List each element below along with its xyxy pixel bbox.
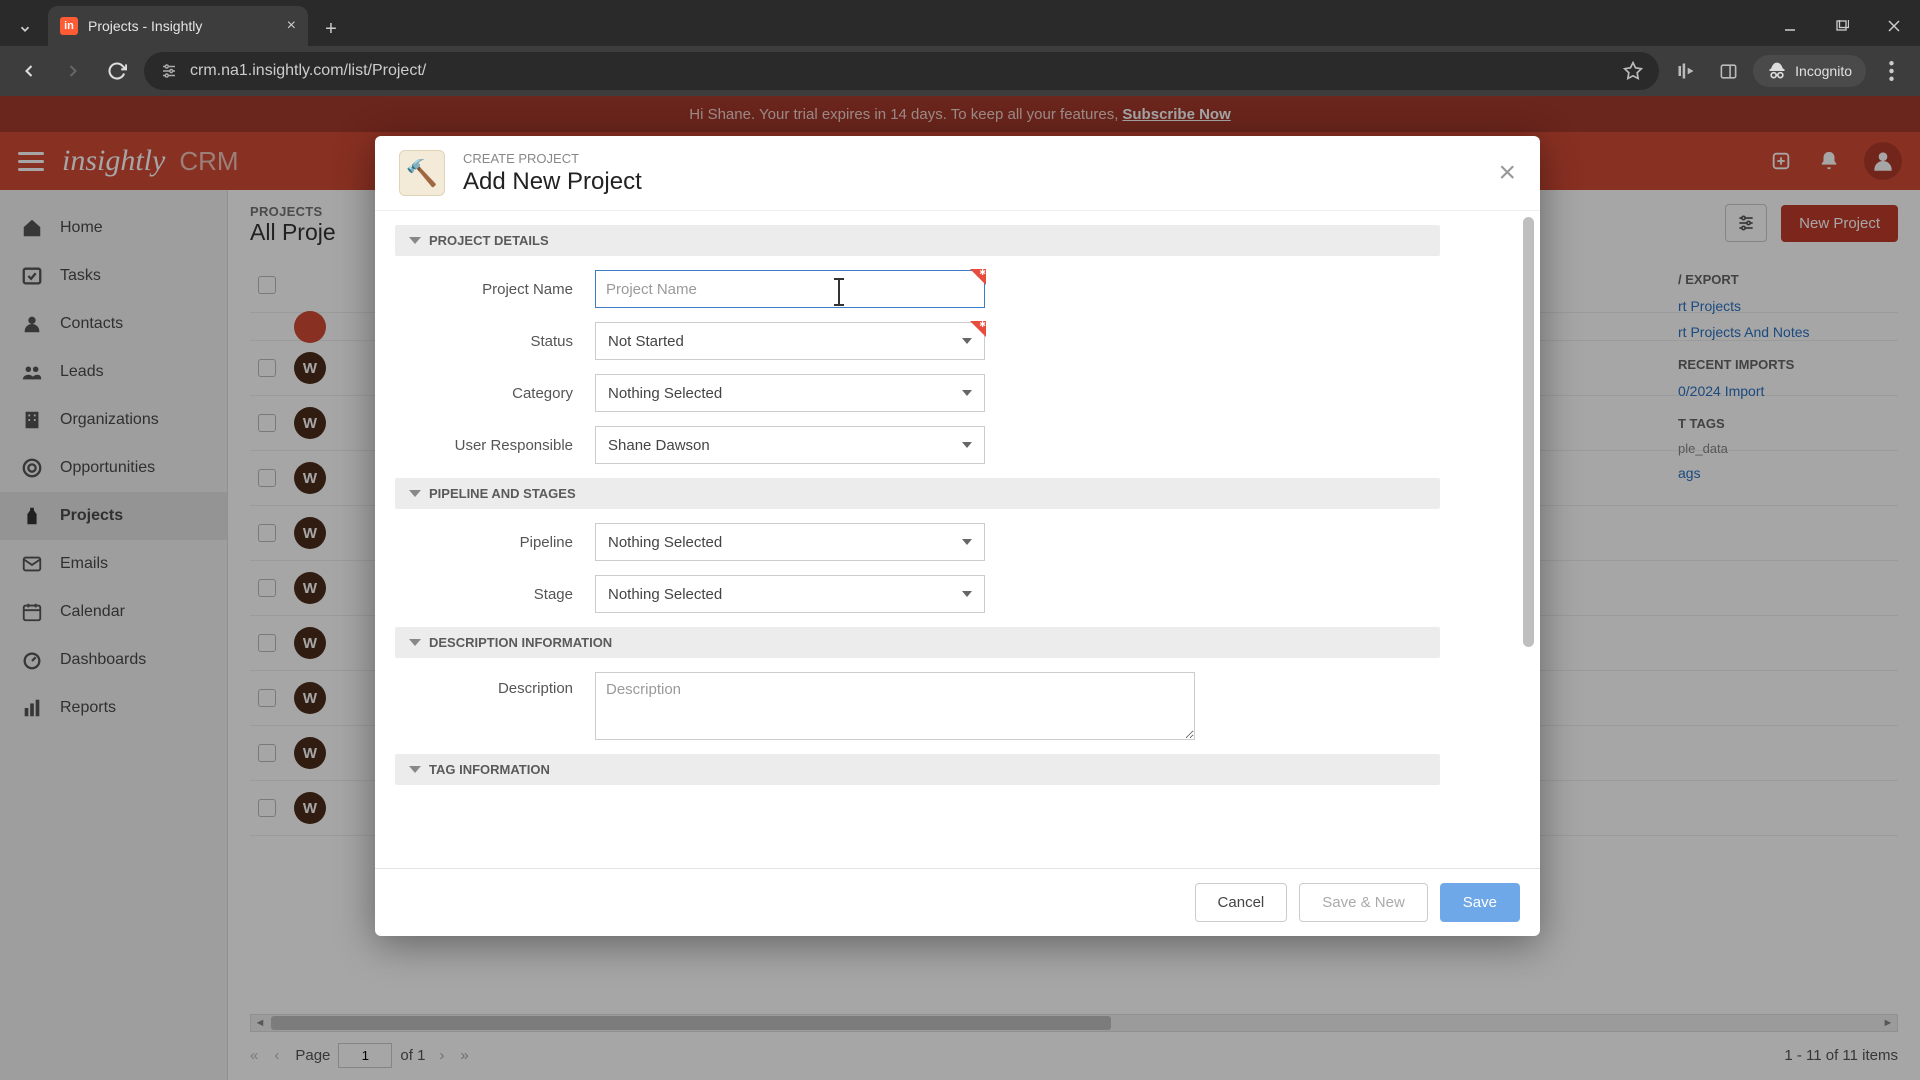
browser-menu-button[interactable] [1874,54,1908,88]
chevron-down-icon [962,442,972,448]
create-project-modal: 🔨 CREATE PROJECT Add New Project × PROJE… [375,136,1540,936]
modal-close-button[interactable]: × [1498,156,1516,190]
category-select[interactable]: Nothing Selected [595,374,985,412]
text-cursor-icon [838,280,840,304]
chevron-down-icon [962,338,972,344]
description-label: Description [395,672,595,697]
save-button[interactable]: Save [1440,883,1520,922]
chevron-down-icon [962,539,972,545]
reload-button[interactable] [100,54,134,88]
project-name-input[interactable] [595,270,985,308]
close-window-button[interactable] [1868,6,1920,46]
modal-supertitle: CREATE PROJECT [463,151,642,166]
tab-title: Projects - Insightly [88,18,202,34]
chevron-down-icon [409,490,421,497]
incognito-label: Incognito [1795,63,1852,79]
status-label: Status [395,333,595,350]
url-text: crm.na1.insightly.com/list/Project/ [190,62,426,80]
required-indicator [970,321,986,337]
maximize-button[interactable] [1816,6,1868,46]
incognito-badge[interactable]: Incognito [1753,55,1866,87]
stage-select[interactable]: Nothing Selected [595,575,985,613]
chevron-down-icon [962,390,972,396]
user-responsible-label: User Responsible [395,437,595,454]
back-button[interactable] [12,54,46,88]
category-label: Category [395,385,595,402]
browser-chrome: in Projects - Insightly × + crm.na1.insi… [0,0,1920,96]
modal-header: 🔨 CREATE PROJECT Add New Project × [375,136,1540,211]
browser-tab[interactable]: in Projects - Insightly × [48,6,308,46]
app-viewport: Hi Shane. Your trial expires in 14 days.… [0,96,1920,1080]
modal-title: Add New Project [463,168,642,196]
chevron-down-icon [962,591,972,597]
window-controls [1764,6,1920,46]
chevron-down-icon [409,237,421,244]
section-project-details[interactable]: PROJECT DETAILS [395,225,1440,256]
site-settings-icon[interactable] [160,62,178,80]
modal-footer: Cancel Save & New Save [375,868,1540,936]
cancel-button[interactable]: Cancel [1195,883,1288,922]
description-textarea[interactable] [595,672,1195,740]
side-panel-icon[interactable] [1711,54,1745,88]
status-select[interactable]: Not Started [595,322,985,360]
required-indicator [970,269,986,285]
url-bar[interactable]: crm.na1.insightly.com/list/Project/ [144,52,1659,90]
stage-label: Stage [395,586,595,603]
incognito-icon [1767,61,1787,81]
tab-favicon: in [60,17,78,35]
chevron-down-icon [409,639,421,646]
minimize-button[interactable] [1764,6,1816,46]
pipeline-select[interactable]: Nothing Selected [595,523,985,561]
forward-button[interactable] [56,54,90,88]
address-bar: crm.na1.insightly.com/list/Project/ Inco… [0,46,1920,96]
bookmark-icon[interactable] [1623,61,1643,81]
project-name-label: Project Name [395,281,595,298]
tab-close-icon[interactable]: × [287,17,296,35]
chevron-down-icon [409,766,421,773]
save-and-new-button[interactable]: Save & New [1299,883,1428,922]
tab-search-button[interactable] [8,12,42,46]
hammer-icon: 🔨 [399,150,445,196]
media-control-icon[interactable] [1669,54,1703,88]
section-tags[interactable]: TAG INFORMATION [395,754,1440,785]
pipeline-label: Pipeline [395,534,595,551]
tab-bar: in Projects - Insightly × + [0,0,1920,46]
modal-body: PROJECT DETAILS Project Name Status Not … [375,211,1540,868]
user-responsible-select[interactable]: Shane Dawson [595,426,985,464]
section-pipeline[interactable]: PIPELINE AND STAGES [395,478,1440,509]
section-description[interactable]: DESCRIPTION INFORMATION [395,627,1440,658]
modal-scrollbar-thumb[interactable] [1523,217,1534,647]
new-tab-button[interactable]: + [314,12,348,46]
